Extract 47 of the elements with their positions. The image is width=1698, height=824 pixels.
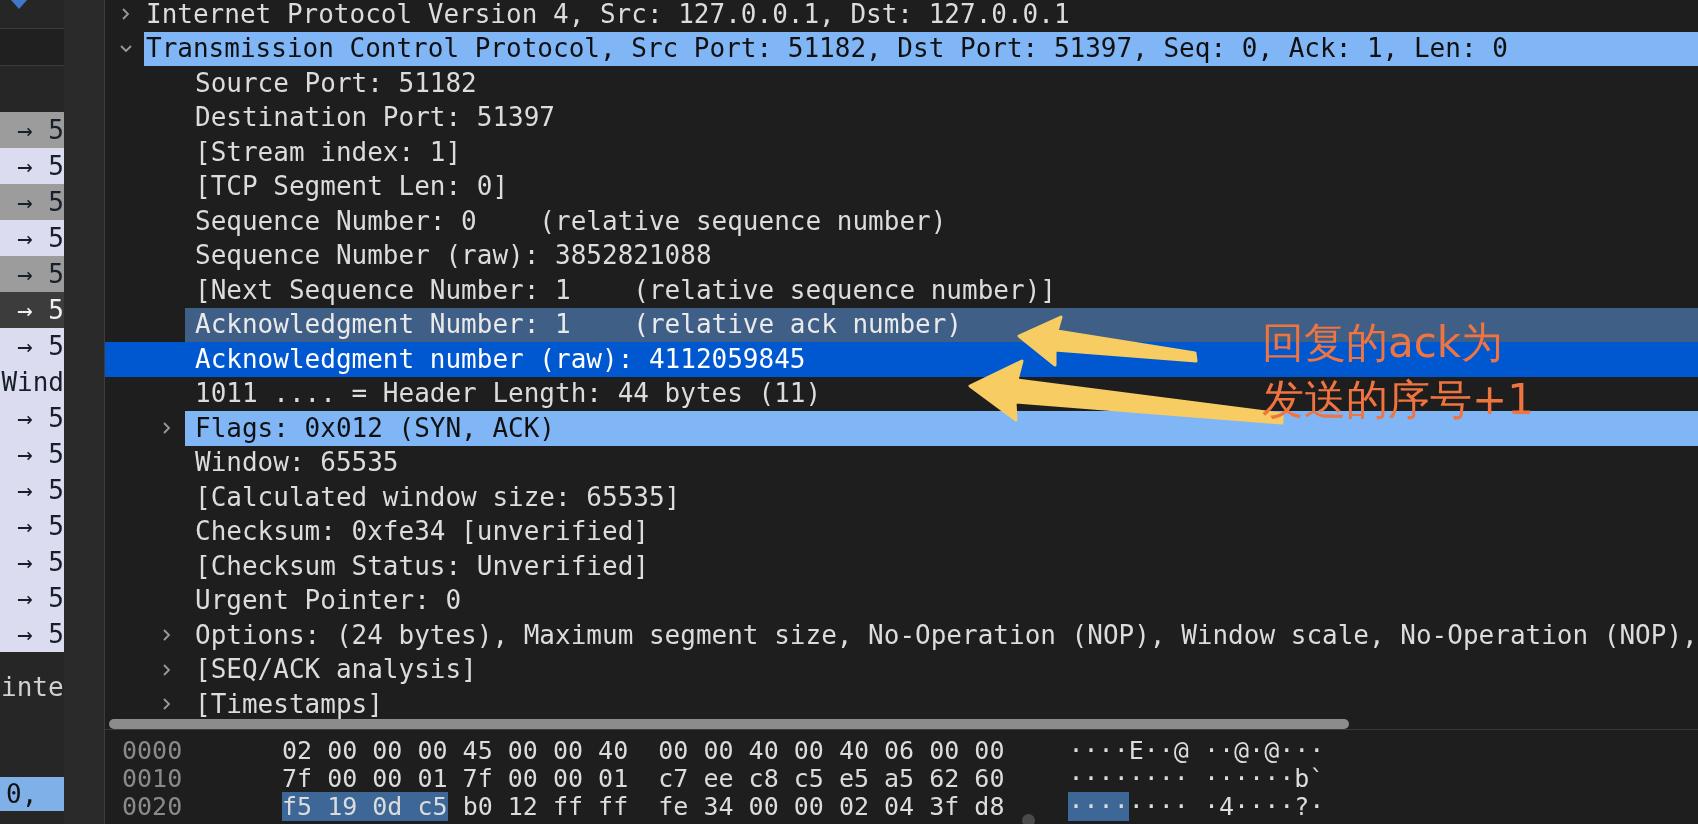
ascii-text: ····E··@ ··@·@···: [1068, 736, 1325, 764]
tree-item[interactable]: Window: 65535: [185, 449, 399, 477]
ascii-text: ········ ·4····?·: [1068, 792, 1325, 820]
packet-row[interactable]: Wind: [0, 364, 64, 400]
tree-item[interactable]: [Calculated window size: 65535]: [185, 483, 681, 511]
packet-row[interactable]: → 5: [0, 400, 64, 436]
packet-row[interactable]: → 5: [0, 616, 64, 652]
hex-bytes: 02 00 00 00 45 00 00 40 00 00 40 00 40 06 00 00: [282, 736, 1005, 764]
resize-handle[interactable]: [1022, 814, 1035, 824]
offset-cell-text: 0020: [122, 792, 184, 820]
tree-item[interactable]: [Stream index: 1]: [185, 138, 462, 166]
offset-cell-text: 0000: [122, 736, 184, 764]
packet-row[interactable]: → 5: [0, 112, 64, 148]
scrollbar[interactable]: [109, 719, 1349, 729]
packet-row[interactable]: → 5: [0, 436, 64, 472]
ascii-text: ········ ······b`: [1068, 764, 1325, 792]
packet-row[interactable]: → 5: [0, 256, 64, 292]
packet-row[interactable]: → 5: [0, 184, 64, 220]
tree-item[interactable]: [Next Sequence Number: 1 (relative sequence number)]: [185, 276, 1056, 304]
tree-item[interactable]: Options: (24 bytes), Maximum segment size, No-Operation (NOP), Window scale, No-Operation (NOP),: [185, 621, 1698, 649]
hex-bytes: 7f 00 00 01 7f 00 00 01 c7 ee c8 c5 e5 a5 62 60: [282, 764, 1005, 792]
tree-item[interactable]: Transmission Control Protocol, Src Port: 51182, Dst Port: 51397, Seq: 0, Ack: 1, Len: 0: [144, 31, 1698, 66]
diamond-icon[interactable]: [10, 0, 28, 10]
packet-row[interactable]: → 5: [0, 220, 64, 256]
packet-row[interactable]: → 5: [0, 148, 64, 184]
tree-item[interactable]: [Checksum Status: Unverified]: [185, 552, 649, 580]
hex-bytes: f5 19 0d c5 b0 12 ff ff fe 34 00 00 02 04 3f d8: [282, 792, 1005, 820]
packet-row[interactable]: → 5: [0, 292, 64, 328]
tree-item[interactable]: 1011 .... = Header Length: 44 bytes (11): [185, 380, 822, 408]
tree-item[interactable]: [Timestamps]: [185, 690, 383, 718]
tree-item[interactable]: Internet Protocol Version 4, Src: 127.0.0.1, Dst: 127.0.0.1: [144, 0, 1070, 28]
packet-row[interactable]: → 5: [0, 544, 64, 580]
tree-item[interactable]: Sequence Number: 0 (relative sequence number): [185, 207, 947, 235]
tree-item[interactable]: Urgent Pointer: 0: [185, 587, 462, 615]
packet-row[interactable]: → 5: [0, 472, 64, 508]
tree-item[interactable]: Sequence Number (raw): 3852821088: [185, 242, 712, 270]
tree-item[interactable]: Checksum: 0xfe34 [unverified]: [185, 518, 649, 546]
packet-row[interactable]: → 5: [0, 328, 64, 364]
packet-row[interactable]: → 5: [0, 508, 64, 544]
packet-row[interactable]: → 5: [0, 580, 64, 616]
tree-item[interactable]: Destination Port: 51397: [185, 104, 556, 132]
status-text: 0,: [0, 777, 64, 811]
offset-cell-text: 0010: [122, 764, 184, 792]
tree-item[interactable]: Source Port: 51182: [185, 69, 477, 97]
tree-item[interactable]: [TCP Segment Len: 0]: [185, 173, 509, 201]
info-text: inte: [0, 671, 64, 704]
tree-item[interactable]: [SEQ/ACK analysis]: [185, 656, 477, 684]
